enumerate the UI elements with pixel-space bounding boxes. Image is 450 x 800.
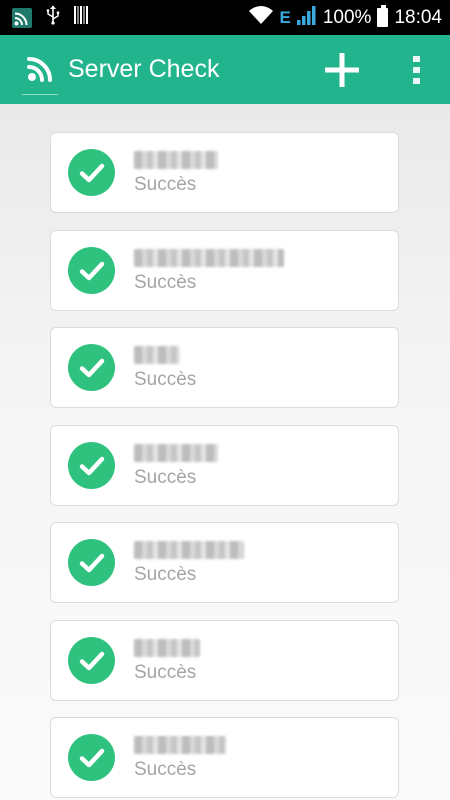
battery-icon xyxy=(377,5,389,27)
barcode-icon xyxy=(74,6,88,29)
server-status: Succès xyxy=(134,564,197,585)
server-status: Succès xyxy=(134,662,197,683)
server-status: Succès xyxy=(134,272,197,293)
server-list: ██████Succès█████████████Succès████Succè… xyxy=(0,104,450,800)
overflow-menu-button[interactable] xyxy=(402,50,432,90)
app-logo-icon xyxy=(22,45,58,95)
server-card[interactable]: ██████ Succès xyxy=(50,620,399,701)
server-name-redacted: ████████ xyxy=(134,736,226,754)
success-check-icon xyxy=(68,442,115,489)
success-check-icon xyxy=(68,539,115,586)
server-card[interactable]: █████████████ Succès xyxy=(50,230,399,311)
server-name-redacted: ███████ xyxy=(134,444,218,462)
wifi-icon xyxy=(248,5,274,30)
network-type-label: E xyxy=(279,7,291,27)
server-name-redacted: ██████ xyxy=(134,151,218,169)
server-name-redacted: ████████████ xyxy=(134,541,244,559)
signal-icon xyxy=(296,5,317,30)
battery-percent: 100% xyxy=(322,6,372,28)
plus-icon xyxy=(325,52,359,87)
server-card[interactable]: ████████████ Succès xyxy=(50,522,399,603)
server-status: Succès xyxy=(134,759,197,780)
server-card[interactable]: ████ Succès xyxy=(50,327,399,408)
server-status: Succès xyxy=(134,467,197,488)
success-check-icon xyxy=(68,247,115,294)
server-check-notification-icon xyxy=(12,7,32,28)
status-bar: E 100% 18:04 xyxy=(0,0,450,35)
overflow-menu-icon xyxy=(413,55,420,84)
server-status: Succès xyxy=(134,369,197,390)
server-card[interactable]: ██████ Succès xyxy=(50,132,399,213)
success-check-icon xyxy=(68,734,115,781)
server-card[interactable]: ████████ Succès xyxy=(50,717,399,798)
success-check-icon xyxy=(68,149,115,196)
usb-icon xyxy=(46,5,60,30)
server-status: Succès xyxy=(134,174,197,195)
server-card[interactable]: ███████ Succès xyxy=(50,425,399,506)
success-check-icon xyxy=(68,637,115,684)
add-server-button[interactable] xyxy=(324,52,360,88)
server-name-redacted: ████ xyxy=(134,346,180,364)
app-bar: Server Check xyxy=(0,35,450,104)
server-name-redacted: █████████████ xyxy=(134,249,284,267)
server-name-redacted: ██████ xyxy=(134,639,200,657)
app-title: Server Check xyxy=(68,55,220,83)
clock: 18:04 xyxy=(394,6,442,28)
success-check-icon xyxy=(68,344,115,391)
